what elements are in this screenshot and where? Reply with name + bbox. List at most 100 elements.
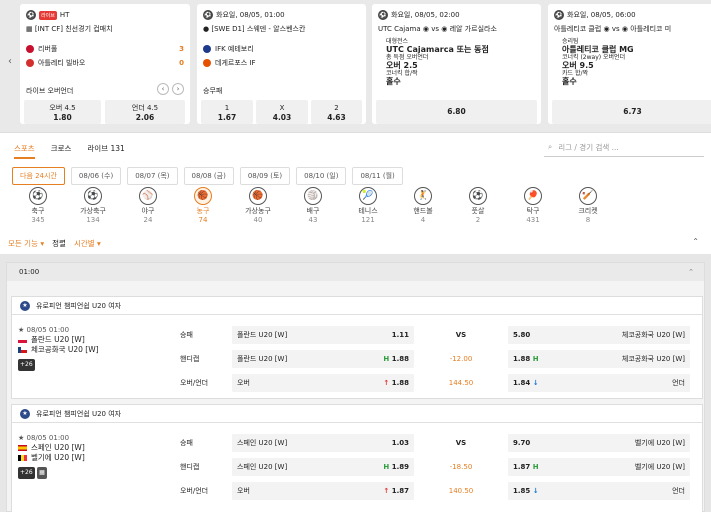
match-time: 08/05 01:00 — [26, 434, 70, 442]
home-team: 폴란드 U20 [W] — [31, 335, 85, 344]
sport-virtual-soccer[interactable]: ⚽ 가상축구 134 — [67, 187, 119, 225]
cricket-icon: 🏏 — [579, 187, 597, 205]
odds-button[interactable]: 폴란드 U20 [W] H 1.88 — [232, 350, 414, 368]
prev-arrow-icon[interactable]: ‹ — [8, 56, 12, 67]
league-name: 유로피언 챔피언쉽 U20 여자 — [36, 301, 122, 310]
date-tab[interactable]: 08/06 (수) — [70, 167, 122, 185]
live-badge: 라이브 — [39, 10, 57, 20]
sport-soccer[interactable]: ⚽ 축구 345 — [12, 187, 64, 225]
tab-cross[interactable]: 크로스 — [51, 143, 72, 159]
odds-button[interactable]: 1.87 H 벨기에 U20 [W] — [508, 458, 690, 476]
odds-button[interactable]: 2 4.63 — [311, 100, 362, 124]
odds-button[interactable]: 오버 4.5 1.80 — [24, 100, 101, 124]
odds-button[interactable]: 6.73 — [552, 100, 711, 124]
league-name: 유로피언 챔피언쉽 U20 여자 — [36, 409, 122, 418]
total-line: 144.50 — [448, 379, 474, 387]
match-time: 화요일, 08/05, 01:00 — [216, 11, 285, 19]
team-logo-icon: ◉ — [422, 25, 429, 33]
market-label: 오버/언더 — [180, 487, 209, 495]
sport-baseball[interactable]: ⚾ 야구 24 — [122, 187, 174, 225]
odds-button[interactable]: 오버 ↑ 1.87 — [232, 482, 414, 500]
volleyball-icon: 🏐 — [304, 187, 322, 205]
match-time: 08/05 01:00 — [26, 326, 70, 334]
sport-virtual-basketball[interactable]: 🏀 가상농구 40 — [232, 187, 284, 225]
date-tab[interactable]: 08/11 (월) — [352, 167, 403, 185]
time-group-header[interactable]: 01:00 ⌃ — [7, 263, 704, 281]
competition-icon: ★ — [20, 300, 30, 311]
odds-button[interactable]: 9.70 벨기에 U20 [W] — [508, 434, 690, 452]
home-team: 리버풀 3 — [26, 44, 184, 54]
sport-tennis[interactable]: 🎾 테니스 121 — [342, 187, 394, 225]
market-label: 핸디캡 — [180, 463, 200, 471]
more-markets-badge[interactable]: +26 — [18, 359, 35, 371]
sports-filter-panel: 스포츠 크로스 라이브 131 ⌕ 리그 / 경기 검색 ... 다음 24시간 … — [0, 132, 711, 254]
belgium-flag-icon — [18, 455, 27, 461]
market-label: 승패 — [180, 439, 193, 447]
prematch-card[interactable]: ⚽ 화요일, 08/05, 01:00 ● [SWE D1] 스웨덴 - 알스벤스… — [197, 4, 366, 124]
combo-card[interactable]: ⚽ 화요일, 08/05, 02:00 UTC Cajama ◉ vs ◉ 레알 … — [372, 4, 541, 124]
sport-basketball[interactable]: 🏀 농구 74 — [177, 187, 229, 225]
arrow-up-icon: ↑ — [383, 487, 390, 495]
soccer-icon: ⚽ — [554, 10, 564, 20]
odds-button[interactable]: 1.84 ↓ 언더 — [508, 374, 690, 392]
soccer-icon: ⚽ — [378, 10, 388, 20]
futsal-icon: ⚽ — [469, 187, 487, 205]
odds-button[interactable]: 오버 ↑ 1.88 — [232, 374, 414, 392]
favorite-star-icon[interactable]: ★ — [18, 434, 24, 442]
date-tab[interactable]: 08/07 (목) — [127, 167, 178, 185]
sport-futsal[interactable]: ⚽ 풋살 2 — [452, 187, 504, 225]
league-name: ● [SWE D1] 스웨덴 - 알스벤스칸 — [203, 25, 306, 33]
favorite-star-icon[interactable]: ★ — [18, 326, 24, 334]
search-input[interactable]: ⌕ 리그 / 경기 검색 ... — [544, 142, 704, 157]
away-team: 체코공화국 U20 [W] — [31, 345, 99, 354]
table-tennis-icon: 🏓 — [524, 187, 542, 205]
date-tab[interactable]: 다음 24시간 — [12, 167, 65, 185]
featured-strip: ‹ › ⚽라이브HT ▦ [INT CF] 친선경기 컵매치 리버풀3 아틀레티… — [0, 0, 711, 132]
odds-button[interactable]: 1.88 H 체코공화국 U20 [W] — [508, 350, 690, 368]
virtual-soccer-icon: ⚽ — [84, 187, 102, 205]
match-time: 화요일, 08/05, 06:00 — [567, 11, 636, 19]
away-team: 데게르포스 IF — [203, 58, 361, 68]
odds-button[interactable]: 스페인 U20 [W] H 1.89 — [232, 458, 414, 476]
basketball-icon: 🏀 — [194, 187, 212, 205]
czech-flag-icon — [18, 347, 27, 353]
odds-button[interactable]: 폴란드 U20 [W] 1.11 — [232, 326, 414, 344]
virtual-basketball-icon: 🏀 — [249, 187, 267, 205]
chevron-down-icon: ▾ — [97, 239, 101, 248]
sport-cricket[interactable]: 🏏 크리켓 8 — [562, 187, 614, 225]
stats-icon[interactable]: ▦ — [37, 467, 47, 479]
combo-lines: 대형전스 UTC Cajamarca 또는 동점 총 득점 오버언더 오버 2.5 … — [386, 38, 489, 86]
odds-button[interactable]: 1.85 ↓ 언더 — [508, 482, 690, 500]
sort-dropdown[interactable]: 시간별 ▾ — [74, 238, 101, 249]
collapse-up-icon[interactable]: ⌃ — [692, 237, 699, 246]
chevron-left-icon[interactable]: ‹ — [157, 83, 169, 95]
tennis-icon: 🎾 — [359, 187, 377, 205]
more-markets-badge[interactable]: +26 — [18, 467, 35, 479]
date-tab[interactable]: 08/10 (일) — [296, 167, 347, 185]
chevron-down-icon: ▾ — [40, 239, 45, 248]
league-name: ▦ [INT CF] 친선경기 컵매치 — [26, 25, 113, 33]
live-card[interactable]: ⚽ 라이브 HT ▦ [INT CF] 친선경기 컵매치 리버풀 3 아틀레티 빌바오… — [20, 4, 190, 124]
arrow-down-icon: ↓ — [532, 487, 539, 495]
odds-button[interactable]: 언더 4.5 2.06 — [105, 100, 185, 124]
sport-table-tennis[interactable]: 🏓 탁구 431 — [507, 187, 559, 225]
team-logo-icon — [203, 45, 211, 53]
team-logo-icon — [26, 59, 34, 67]
market-label: 승패 — [180, 331, 193, 339]
odds-button[interactable]: 6.80 — [376, 100, 537, 124]
chevron-right-icon[interactable]: › — [172, 83, 184, 95]
odds-button[interactable]: X 4.03 — [256, 100, 308, 124]
odds-button[interactable]: 5.80 체코공화국 U20 [W] — [508, 326, 690, 344]
sport-volleyball[interactable]: 🏐 배구 43 — [287, 187, 339, 225]
odds-button[interactable]: 스페인 U20 [W] 1.03 — [232, 434, 414, 452]
date-tab[interactable]: 08/08 (금) — [183, 167, 234, 185]
sport-handball[interactable]: 🤾 핸드볼 4 — [397, 187, 449, 225]
match-time: 화요일, 08/05, 02:00 — [391, 11, 460, 19]
combo-card[interactable]: ⚽ 화요일, 08/05, 06:00 아틀레티코 클럽 ◉ vs ◉ 아틀레티코… — [548, 4, 711, 124]
date-tab[interactable]: 08/09 (토) — [239, 167, 291, 185]
all-features-toggle[interactable]: 모든 기능 ▾ — [8, 238, 44, 249]
tab-sports[interactable]: 스포츠 — [14, 143, 35, 159]
tab-live[interactable]: 라이브 131 — [87, 143, 124, 159]
odds-button[interactable]: 1 1.67 — [201, 100, 253, 124]
teams-line: 아틀레티코 클럽 ◉ vs ◉ 아틀레티코 미 — [554, 25, 672, 33]
